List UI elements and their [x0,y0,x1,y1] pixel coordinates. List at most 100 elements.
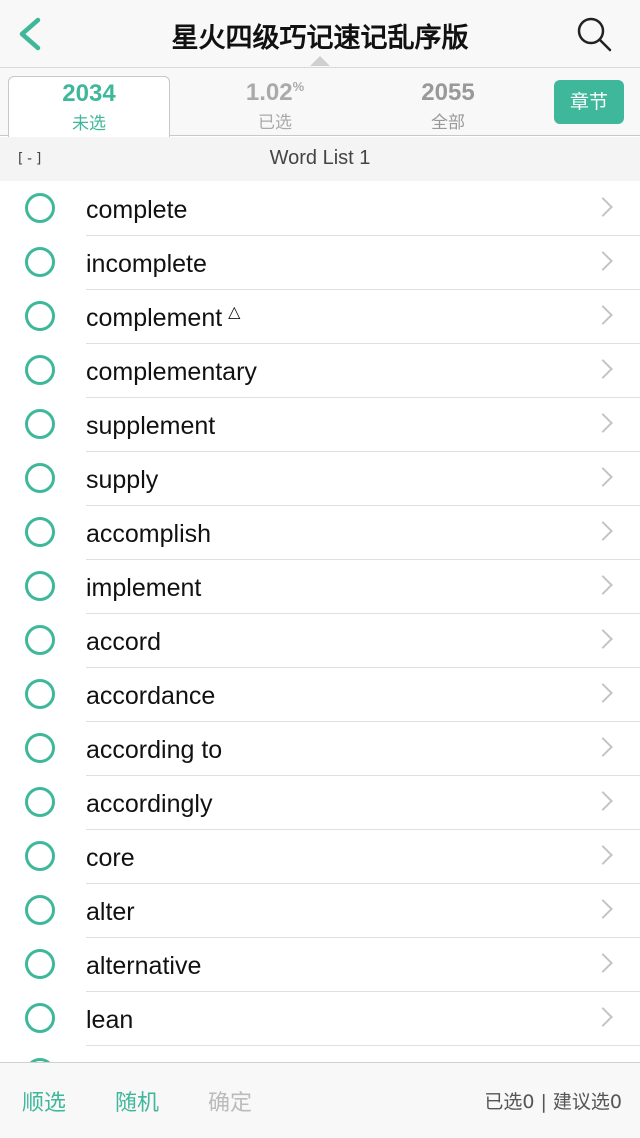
list-item[interactable]: accordingly [0,776,640,830]
chevron-right-icon [593,899,613,919]
word-text: according to [86,736,223,764]
chevron-right-icon [593,629,613,649]
selected-label: 已选 [258,113,292,133]
select-circle-icon[interactable] [25,679,55,709]
list-item[interactable]: core [0,830,640,884]
word-text: alter [86,898,135,926]
word-label: accordingly [86,790,212,819]
selected-percent: 1.02 [245,79,293,106]
word-text: incomplete [86,250,207,278]
chevron-right-icon [593,467,613,487]
select-circle-icon[interactable] [25,787,55,817]
list-item[interactable]: alternative [0,938,640,992]
random-select-button[interactable]: 随机 [115,1085,159,1117]
list-item[interactable]: complement △ [0,290,640,344]
chevron-right-icon [593,791,613,811]
stats-bar: 2034 未选 1.02% 已选 2055 全部 章节 [0,68,640,137]
word-label: complementary [86,358,257,387]
total-count: 2055 [421,79,475,106]
word-label: incomplete [86,250,207,279]
confirm-button[interactable]: 确定 [208,1085,252,1117]
select-circle-icon[interactable] [25,193,55,223]
row-divider [86,1045,640,1046]
selection-status: 已选0 | 建议选0 [484,1091,622,1113]
word-text: complete [86,196,188,224]
word-label: core [86,844,135,873]
list-item[interactable]: implement [0,560,640,614]
list-item[interactable]: incomplete [0,236,640,290]
word-text: accordingly [86,790,213,818]
search-icon[interactable] [574,14,614,54]
chevron-right-icon [593,1007,613,1027]
chevron-right-icon [593,305,613,325]
list-item[interactable]: accomplish [0,506,640,560]
word-label: implement [86,574,201,603]
list-item[interactable]: supply [0,452,640,506]
word-text: complementary [86,358,257,386]
select-circle-icon[interactable] [25,517,55,547]
select-circle-icon[interactable] [25,949,55,979]
list-item[interactable]: accordance [0,668,640,722]
chevron-left-icon[interactable] [14,16,50,52]
top-nav-bar: 星火四级巧记速记乱序版 [0,0,640,68]
sequential-select-button[interactable]: 顺选 [22,1085,66,1117]
selected-percent-unit: % [292,79,305,94]
word-text: alternative [86,952,202,980]
list-item[interactable]: accord [0,614,640,668]
word-text: complement [86,304,223,332]
tab-selected[interactable]: 1.02% 已选 [190,76,360,136]
chevron-right-icon [593,575,613,595]
select-circle-icon[interactable] [25,625,55,655]
word-label: complement △ [86,304,240,333]
chevron-right-icon [593,521,613,541]
page-title: 星火四级巧记速记乱序版 [171,23,469,54]
word-text: accomplish [86,520,212,548]
word-label: lean [86,1006,133,1035]
list-item[interactable]: supplement [0,398,640,452]
select-circle-icon[interactable] [25,247,55,277]
chevron-right-icon [593,683,613,703]
word-text: supplement [86,412,216,440]
select-circle-icon[interactable] [25,841,55,871]
word-label: accomplish [86,520,211,549]
chevron-right-icon [593,251,613,271]
chapter-button[interactable]: 章节 [554,80,624,124]
select-circle-icon[interactable] [25,895,55,925]
select-circle-icon[interactable] [25,409,55,439]
select-circle-icon[interactable] [25,571,55,601]
bottom-toolbar: 顺选 随机 确定 已选0 | 建议选0 [0,1062,640,1138]
select-circle-icon[interactable] [25,1003,55,1033]
chevron-right-icon [593,197,613,217]
list-item[interactable]: lean [0,992,640,1046]
unselected-count: 2034 [62,80,116,107]
word-label: according to [86,736,222,765]
tab-unselected[interactable]: 2034 未选 [8,76,170,137]
section-header: [-] Word List 1 [0,137,640,181]
chevron-right-icon [593,953,613,973]
chevron-right-icon [593,737,613,757]
unselected-label: 未选 [72,114,106,134]
list-item[interactable]: according to [0,722,640,776]
chevron-right-icon [593,413,613,433]
list-item[interactable]: complementary [0,344,640,398]
chevron-right-icon [593,359,613,379]
word-list: complete incomplete complement △ complementa… [0,182,640,1062]
word-text: core [86,844,135,872]
chevron-right-icon [593,845,613,865]
select-circle-icon[interactable] [25,733,55,763]
word-text: supply [86,466,159,494]
select-circle-icon[interactable] [25,355,55,385]
list-item[interactable]: alter [0,884,640,938]
select-circle-icon[interactable] [25,463,55,493]
triangle-mark-icon: △ [228,304,241,321]
word-label: accordance [86,682,215,711]
list-item[interactable]: complete [0,182,640,236]
tab-total[interactable]: 2055 全部 [363,76,533,136]
word-label: supplement [86,412,215,441]
section-title: Word List 1 [269,147,371,169]
total-label: 全部 [431,113,465,133]
select-circle-icon[interactable] [25,301,55,331]
word-text: accordance [86,682,216,710]
word-label: complete [86,196,187,225]
word-label: alter [86,898,135,927]
